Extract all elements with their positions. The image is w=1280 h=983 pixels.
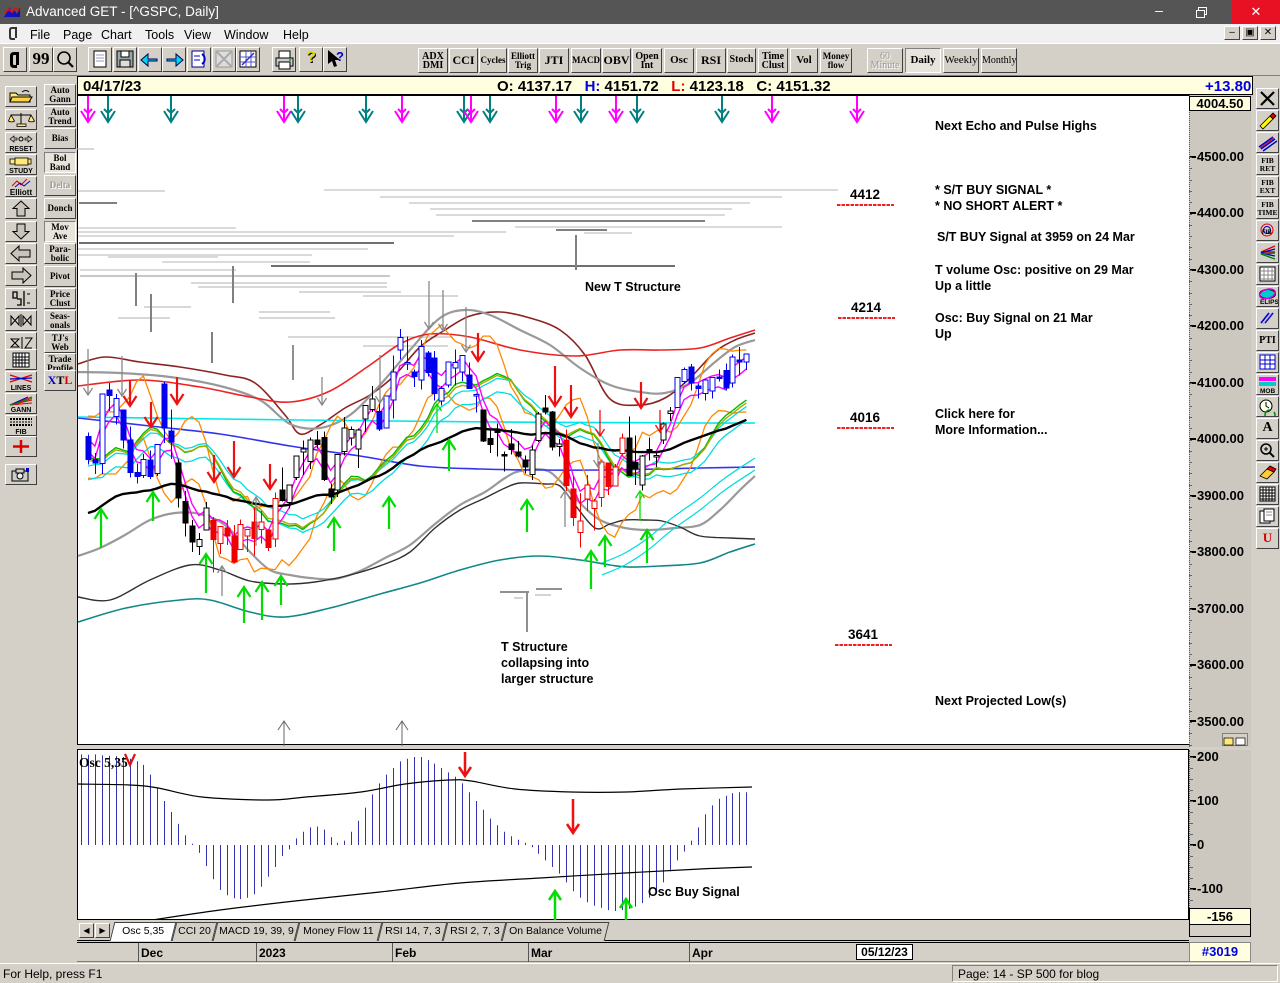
svg-text:GANN: GANN (11, 407, 32, 413)
svg-text:MOB: MOB (1260, 388, 1275, 394)
svg-text:New T Structure: New T Structure (585, 280, 681, 294)
svg-text:Osc Buy Signal: Osc Buy Signal (648, 885, 740, 899)
svg-text:T Structure: T Structure (501, 640, 568, 654)
svg-text:LINES: LINES (11, 385, 32, 391)
svg-text:?: ? (336, 49, 344, 64)
svg-text:More Information...: More Information... (935, 423, 1048, 437)
svg-text:RESET: RESET (9, 146, 33, 152)
svg-text:4016: 4016 (850, 410, 881, 425)
svg-text:Up: Up (935, 327, 952, 341)
svg-text:Up a little: Up a little (935, 279, 991, 293)
svg-text:3641: 3641 (848, 627, 879, 642)
svg-text:collapsing into: collapsing into (501, 656, 590, 670)
svg-text:Click here for: Click here for (935, 407, 1015, 421)
svg-text:Osc 5,35: Osc 5,35 (79, 755, 128, 770)
svg-text:S/T BUY Signal at 3959 on 24 M: S/T BUY Signal at 3959 on 24 Mar (937, 230, 1135, 244)
svg-text:4412: 4412 (850, 187, 880, 202)
svg-text:FIB: FIB (1262, 230, 1272, 236)
svg-text:T volume Osc: positive on 29 M: T volume Osc: positive on 29 Mar (935, 263, 1134, 277)
svg-text:Osc: Buy Signal on 21 Mar: Osc: Buy Signal on 21 Mar (935, 311, 1093, 325)
svg-text:ELIPS: ELIPS (1260, 299, 1278, 306)
svg-text:* NO SHORT ALERT *: * NO SHORT ALERT * (935, 199, 1062, 213)
svg-text:Elliott: Elliott (10, 188, 33, 196)
svg-text:Next Projected Low(s): Next Projected Low(s) (935, 694, 1066, 708)
svg-text:4214: 4214 (851, 300, 882, 315)
svg-text:Next Echo and Pulse Highs: Next Echo and Pulse Highs (935, 119, 1097, 133)
svg-text:* S/T BUY SIGNAL *: * S/T BUY SIGNAL * (935, 183, 1051, 197)
svg-text:FIB: FIB (15, 429, 26, 435)
svg-text:STUDY: STUDY (9, 168, 33, 174)
svg-text:larger structure: larger structure (501, 672, 593, 686)
